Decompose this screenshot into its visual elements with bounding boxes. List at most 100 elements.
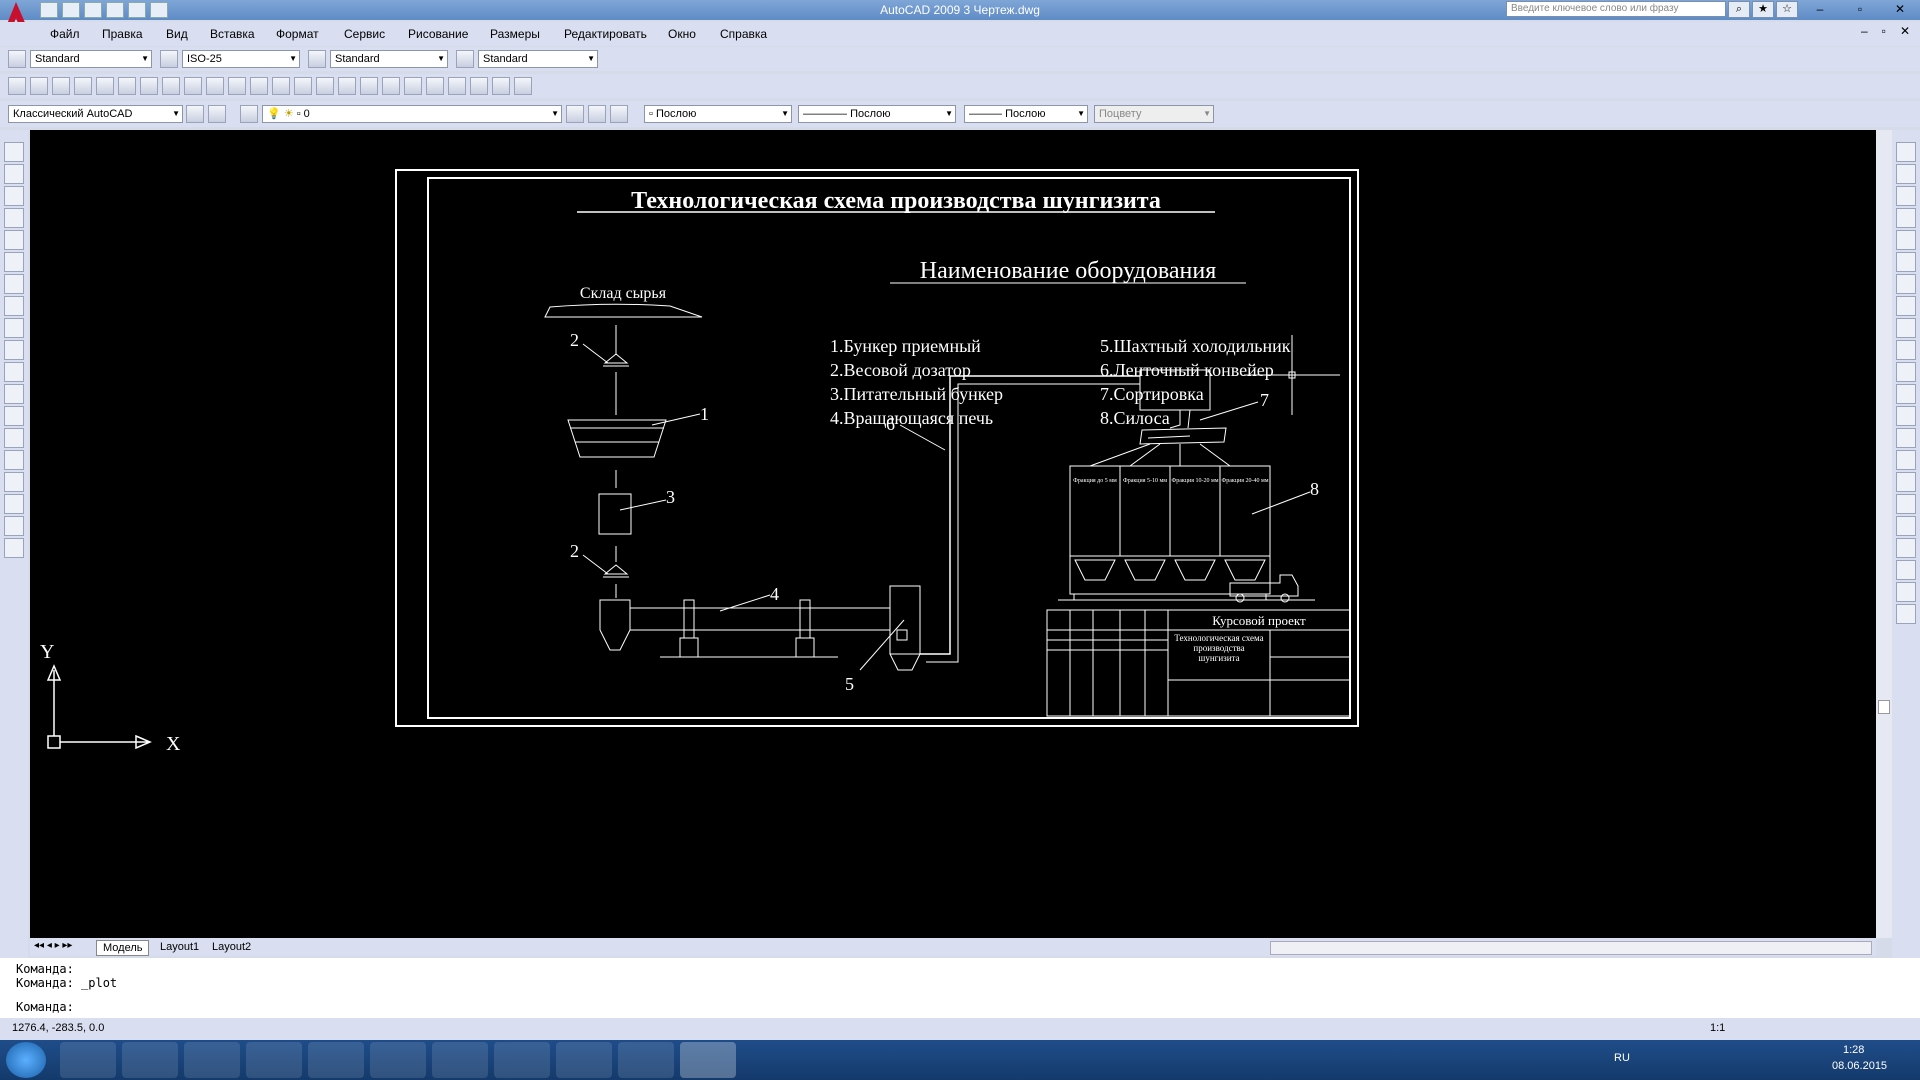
explorer-icon[interactable] xyxy=(122,1042,178,1078)
workspace-settings-icon[interactable] xyxy=(186,105,204,123)
scroll-thumb[interactable] xyxy=(1878,700,1890,714)
linetype-select[interactable]: ———— Послою ▼ xyxy=(798,105,956,123)
table-icon[interactable] xyxy=(4,516,24,536)
minimize-button[interactable]: – xyxy=(1800,0,1840,18)
close-button[interactable]: ✕ xyxy=(1880,0,1920,18)
communication-center-icon[interactable]: ★ xyxy=(1752,1,1774,18)
mleader-style-icon[interactable] xyxy=(456,50,474,68)
chamfer-icon[interactable] xyxy=(1896,450,1916,470)
autocad-taskbar-icon[interactable] xyxy=(680,1042,736,1078)
audio-icon[interactable] xyxy=(308,1042,364,1078)
drawing-canvas[interactable]: Технологическая схема производства шунги… xyxy=(30,130,1876,938)
layer-previous-icon[interactable] xyxy=(588,105,606,123)
doc-minimize-button[interactable]: – xyxy=(1861,24,1868,38)
ie-icon[interactable] xyxy=(60,1042,116,1078)
cut-icon[interactable] xyxy=(162,77,180,95)
region-icon[interactable] xyxy=(4,494,24,514)
menu-view[interactable]: Вид xyxy=(166,27,188,41)
menu-format[interactable]: Формат xyxy=(276,27,319,41)
table-style-icon[interactable] xyxy=(308,50,326,68)
insert-block-icon[interactable] xyxy=(4,384,24,404)
layer-match-icon[interactable] xyxy=(610,105,628,123)
tab-model[interactable]: Модель xyxy=(96,940,150,956)
layer-iso-icon[interactable] xyxy=(1896,538,1916,558)
maximize-button[interactable]: ▫ xyxy=(1840,0,1880,18)
print-icon[interactable] xyxy=(74,77,92,95)
publish-icon[interactable] xyxy=(118,77,136,95)
make-current-icon[interactable] xyxy=(566,105,584,123)
arc-icon[interactable] xyxy=(4,252,24,272)
explode-icon[interactable] xyxy=(1896,494,1916,514)
gradient-icon[interactable] xyxy=(4,472,24,492)
rectangle-icon[interactable] xyxy=(4,230,24,250)
vertical-scrollbar[interactable] xyxy=(1876,130,1892,938)
lineweight-select[interactable]: ——— Послою ▼ xyxy=(964,105,1088,123)
steam-icon[interactable] xyxy=(556,1042,612,1078)
mirror-icon[interactable] xyxy=(1896,186,1916,206)
open-icon[interactable] xyxy=(30,77,48,95)
doc-restore-button[interactable]: ▫ xyxy=(1882,24,1886,38)
search-input[interactable]: Введите ключевое слово или фразу xyxy=(1506,1,1726,17)
draworder-icon[interactable] xyxy=(1896,516,1916,536)
clock-time[interactable]: 1:28 xyxy=(1843,1044,1864,1056)
coordinates-readout[interactable]: 1276.4, -283.5, 0.0 xyxy=(12,1022,104,1034)
ellipse-icon[interactable] xyxy=(4,340,24,360)
mtext-icon[interactable] xyxy=(4,538,24,558)
menu-edit[interactable]: Правка xyxy=(102,27,143,41)
line-icon[interactable] xyxy=(4,142,24,162)
menu-window[interactable]: Окно xyxy=(668,27,696,41)
tab-layout1[interactable]: Layout1 xyxy=(154,940,205,954)
yandex-icon[interactable] xyxy=(370,1042,426,1078)
menu-file[interactable]: Файл xyxy=(50,27,80,41)
layer-freeze-icon[interactable] xyxy=(1896,582,1916,602)
utorrent-icon[interactable] xyxy=(184,1042,240,1078)
markup-icon[interactable] xyxy=(470,77,488,95)
move-icon[interactable] xyxy=(1896,252,1916,272)
text-style-select[interactable]: Standard ▼ xyxy=(30,50,152,68)
media-player-icon[interactable] xyxy=(246,1042,302,1078)
preview-icon[interactable] xyxy=(96,77,114,95)
layer-select[interactable]: 💡 ☀ ▫ 0 ▼ xyxy=(262,105,562,123)
zoom-prev-icon[interactable] xyxy=(360,77,378,95)
menu-insert[interactable]: Вставка xyxy=(210,27,255,41)
make-block-icon[interactable] xyxy=(4,406,24,426)
layer-props-icon[interactable] xyxy=(208,105,226,123)
design-center-icon[interactable] xyxy=(404,77,422,95)
favorites-icon[interactable]: ☆ xyxy=(1776,1,1798,18)
menu-tools[interactable]: Сервис xyxy=(344,27,385,41)
copy-obj-icon[interactable] xyxy=(1896,164,1916,184)
menu-modify[interactable]: Редактировать xyxy=(564,27,647,41)
table-style-select[interactable]: Standard ▼ xyxy=(330,50,448,68)
zoom-window-icon[interactable] xyxy=(338,77,356,95)
join-icon[interactable] xyxy=(1896,428,1916,448)
clock-date[interactable]: 08.06.2015 xyxy=(1832,1060,1887,1072)
array-icon[interactable] xyxy=(1896,230,1916,250)
doc-close-button[interactable]: ✕ xyxy=(1900,24,1910,38)
layer-manager-icon[interactable] xyxy=(240,105,258,123)
color-select[interactable]: ▫ Послою ▼ xyxy=(644,105,792,123)
paste-icon[interactable] xyxy=(206,77,224,95)
calculator-icon[interactable] xyxy=(492,77,510,95)
command-line[interactable]: Команда: Команда: _plot Команда: xyxy=(0,958,1920,1018)
language-indicator[interactable]: RU xyxy=(1614,1052,1630,1064)
skype-icon[interactable] xyxy=(494,1042,550,1078)
chrome-icon[interactable] xyxy=(432,1042,488,1078)
trim-icon[interactable] xyxy=(1896,340,1916,360)
horizontal-scrollbar[interactable] xyxy=(1270,941,1872,955)
properties-icon[interactable] xyxy=(382,77,400,95)
ellipse-arc-icon[interactable] xyxy=(4,362,24,382)
text-style-icon[interactable] xyxy=(8,50,26,68)
scale-icon[interactable] xyxy=(1896,296,1916,316)
tool-palettes-icon[interactable] xyxy=(426,77,444,95)
menu-draw[interactable]: Рисование xyxy=(408,27,468,41)
annotation-scale[interactable]: 1:1 xyxy=(1710,1022,1725,1034)
rotate-icon[interactable] xyxy=(1896,274,1916,294)
layer-off-icon[interactable] xyxy=(1896,560,1916,580)
undo-icon[interactable] xyxy=(250,77,268,95)
help-icon[interactable] xyxy=(514,77,532,95)
stretch-icon[interactable] xyxy=(1896,318,1916,338)
mleader-style-select[interactable]: Standard ▼ xyxy=(478,50,598,68)
revcloud-icon[interactable] xyxy=(4,296,24,316)
erase-icon[interactable] xyxy=(1896,142,1916,162)
copy-icon[interactable] xyxy=(184,77,202,95)
